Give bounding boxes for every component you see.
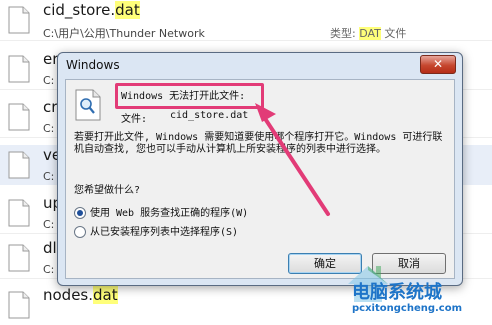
file-icon [8, 6, 30, 34]
option-label: 从已安装程序列表中选择程序(S) [90, 227, 239, 238]
radio-selected[interactable] [74, 207, 86, 219]
file-icon [8, 151, 30, 179]
file-name: cid_store.dat [43, 1, 140, 19]
file-path: C:\用户\公用\Thunder Network [43, 27, 205, 40]
file-row-cid-store[interactable]: cid_store.dat C:\用户\公用\Thunder Network 类… [0, 0, 492, 41]
dialog-body: Windows 无法打开此文件: 文件: cid_store.dat 若要打开此… [65, 79, 455, 279]
file-type: 类型: DAT 文件 [330, 27, 407, 40]
radio-unselected[interactable] [74, 226, 86, 238]
file-icon [8, 244, 30, 272]
unknown-file-icon [75, 89, 101, 121]
file-path: C: [43, 263, 55, 276]
file-path: C: [43, 170, 55, 183]
file-path: C: [43, 74, 55, 87]
dialog-question: 您希望做什么? [74, 185, 141, 196]
file-path: C: [43, 122, 55, 135]
file-name: cr [43, 98, 58, 116]
watermark: 电脑系统城 pcxitongcheng.com [348, 266, 492, 324]
option-installed-programs[interactable]: 从已安装程序列表中选择程序(S) [74, 223, 239, 238]
file-icon [8, 199, 30, 227]
close-button[interactable]: ✕ [420, 55, 456, 74]
file-name: dl [43, 239, 57, 257]
file-name-value: cid_store.dat [170, 110, 249, 121]
file-icon [8, 55, 30, 83]
file-name: nodes.dat [43, 286, 118, 304]
dialog-titlebar[interactable]: Windows ✕ [58, 53, 462, 77]
option-label: 使用 Web 服务查找正确的程序(W) [90, 208, 249, 219]
file-icon [8, 291, 30, 319]
open-with-dialog: Windows ✕ Windows 无法打开此文件: 文件: cid_store… [57, 52, 463, 286]
watermark-title: 电脑系统城 [352, 282, 442, 303]
dialog-description: 若要打开此文件, Windows 需要知道要使用哪个程序打开它。Windows … [74, 132, 443, 155]
error-message: Windows 无法打开此文件: [121, 91, 246, 102]
file-icon [8, 103, 30, 131]
file-label: 文件: [121, 114, 148, 125]
option-web-service[interactable]: 使用 Web 服务查找正确的程序(W) [74, 204, 249, 219]
dialog-title: Windows [66, 58, 120, 72]
file-path: C: [43, 218, 55, 231]
close-icon: ✕ [432, 57, 444, 71]
watermark-url: pcxitongcheng.com [352, 303, 463, 314]
